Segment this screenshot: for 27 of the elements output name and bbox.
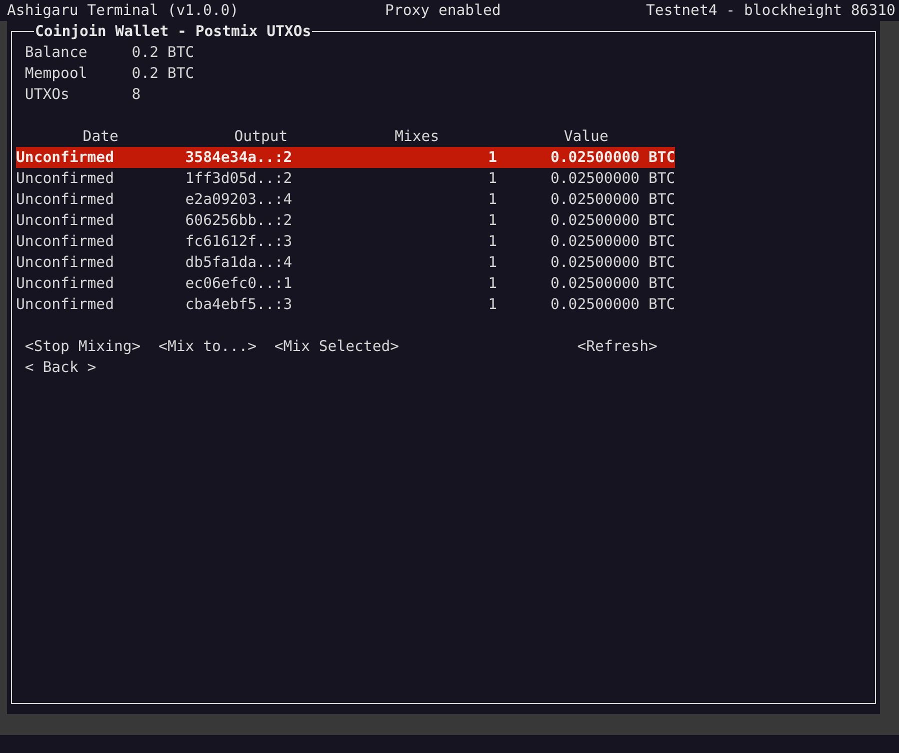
menu-button[interactable]: < Back > [24, 357, 96, 378]
menu-button[interactable]: <Refresh> [577, 336, 658, 357]
summary-label: Balance [24, 43, 88, 63]
table-row[interactable]: Unconfirmed ec06efc0..:1 1 0.02500000 BTC [16, 273, 676, 294]
menu-button[interactable]: <Stop Mixing> [24, 336, 141, 357]
menu-button[interactable]: <Mix to...> [158, 336, 257, 357]
summary-label: Mempool [24, 64, 88, 84]
summary-label: UTXOs [24, 85, 70, 105]
column-header: Mixes [394, 127, 440, 147]
summary-value: 8 [132, 85, 141, 105]
column-header: Value [564, 127, 608, 147]
panel-title: Coinjoin Wallet - Postmix UTXOs [34, 21, 312, 42]
table-row[interactable]: Unconfirmed 1ff3d05d..:2 1 0.02500000 BTC [16, 168, 676, 189]
column-header: Output [234, 127, 288, 147]
network-status: Testnet4 - blockheight 86310 [646, 1, 896, 21]
table-row[interactable]: Unconfirmed db5fa1da..:4 1 0.02500000 BTC [16, 252, 676, 273]
table-row[interactable]: Unconfirmed 3584e34a..:2 1 0.02500000 BTC [16, 147, 676, 168]
table-row[interactable]: Unconfirmed e2a09203..:4 1 0.02500000 BTC [16, 189, 676, 210]
summary-value: 0.2 BTC [132, 43, 194, 63]
table-row[interactable]: Unconfirmed cba4ebf5..:3 1 0.02500000 BTC [16, 294, 676, 315]
summary-value: 0.2 BTC [132, 64, 194, 84]
table-row[interactable]: Unconfirmed 606256bb..:2 1 0.02500000 BTC [16, 210, 676, 231]
proxy-status: Proxy enabled [385, 1, 502, 21]
table-row[interactable]: Unconfirmed fc61612f..:3 1 0.02500000 BTC [16, 231, 676, 252]
app-title: Ashigaru Terminal (v1.0.0) [7, 1, 240, 21]
column-header: Date [82, 127, 118, 147]
menu-button[interactable]: <Mix Selected> [274, 336, 400, 357]
